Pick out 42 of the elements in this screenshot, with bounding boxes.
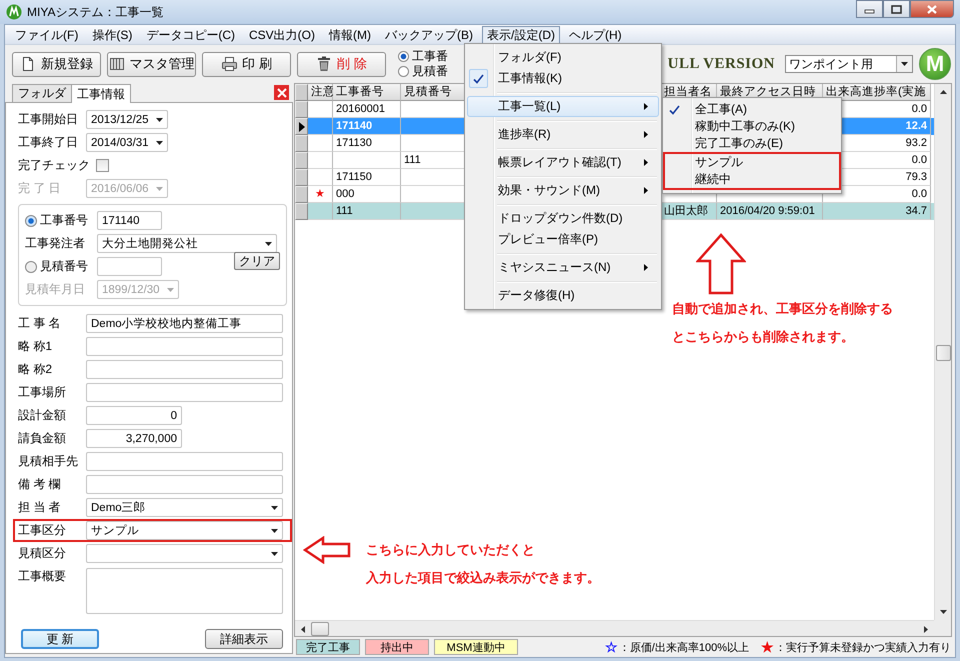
field-label: 工事発注者 — [25, 235, 86, 252]
field-label: 工 事 名 — [18, 315, 62, 332]
table-cell: 2016/04/20 9:59:01 — [717, 203, 823, 220]
legend-text: ：原価/出来高率100%以上 — [618, 640, 749, 654]
field-label: 完 了 日 — [18, 180, 62, 197]
radio-label: 見積番 — [412, 64, 448, 79]
field-label: 工事終了日 — [18, 134, 79, 151]
field-label: 工事区分 — [18, 522, 67, 539]
annotation-text: 入力した項目で絞込み表示ができます。 — [366, 569, 600, 587]
field-label: 完了チェック — [18, 157, 90, 174]
field-label: 工事概要 — [18, 568, 67, 585]
annotation-text: こちらに入力していただくと — [366, 541, 536, 559]
field-label: 見積相手先 — [18, 453, 79, 470]
column-header: 注意 — [308, 84, 333, 101]
legend-label: ★ — [761, 639, 774, 655]
column-header: 出来高進捗率(実施 — [823, 84, 931, 101]
radio-label: 工事番 — [412, 49, 448, 64]
field-label: 備 考 欄 — [18, 476, 62, 493]
legend-label: ☆ — [604, 639, 618, 655]
edition-label: ULL VERSION — [668, 56, 775, 72]
annotation-text: 自動で追加され、工事区分を削除する — [672, 300, 893, 318]
field-label: 見積番号 — [40, 258, 88, 275]
app-logo: M — [919, 48, 951, 80]
field-label: 略 称1 — [18, 338, 54, 355]
table-cell: 111 — [333, 203, 401, 220]
status-chip: MSM連動中 — [434, 639, 518, 655]
field-label: 工事開始日 — [18, 111, 79, 128]
field-label: 見積区分 — [18, 545, 67, 562]
status-chip: 完了工事 — [296, 639, 360, 655]
window-title: MIYAシステム：工事一覧 — [27, 4, 164, 20]
annotation-text: とこちらからも削除されます。 — [672, 328, 855, 346]
field-label: 設計金額 — [18, 407, 67, 424]
column-header: 工事番号 — [333, 84, 401, 101]
legend-text: ：実行予算未登録かつ実績入力有り — [775, 640, 951, 654]
field-label: 担 当 者 — [18, 499, 62, 516]
field-label: 略 称2 — [18, 361, 54, 378]
field-label: 見積年月日 — [25, 281, 86, 298]
table-cell: 34.7 — [823, 203, 931, 220]
status-chip: 持出中 — [365, 639, 429, 655]
field-label: 請負金額 — [18, 430, 67, 447]
field-label: 工事番号 — [40, 212, 88, 229]
field-label: 工事場所 — [18, 384, 67, 401]
